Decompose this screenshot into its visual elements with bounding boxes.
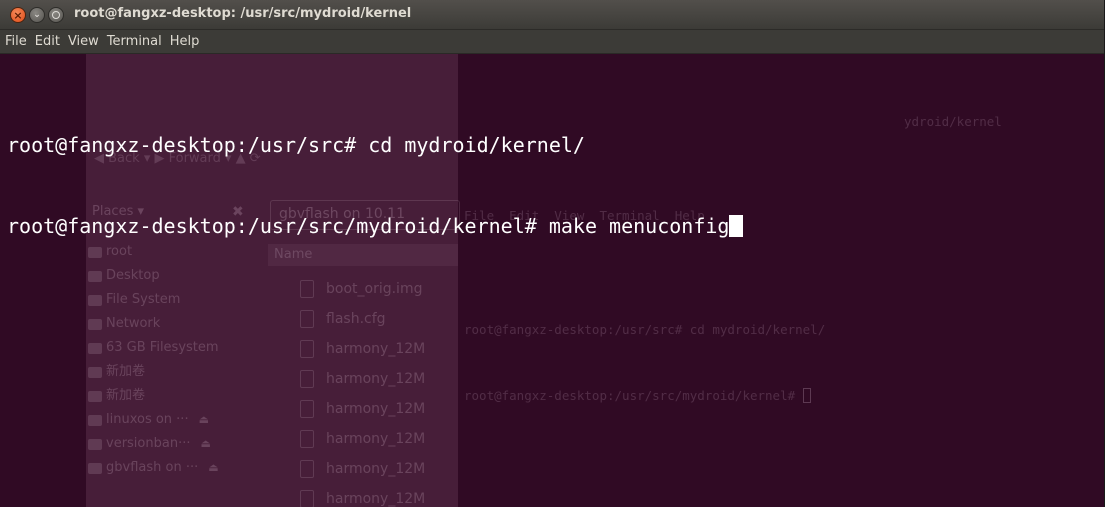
terminal-command-text: root@fangxz-desktop:/usr/src/mydroid/ker… xyxy=(7,214,730,238)
ghost-place-item: Network xyxy=(88,312,258,336)
ghost-file-row: flash.cfg xyxy=(300,304,460,334)
file-icon xyxy=(300,370,314,388)
ghost-file-row: harmony_12M xyxy=(300,394,460,424)
ghost-place-item: versionban··· ⏏ xyxy=(88,432,258,456)
terminal-output[interactable]: root@fangxz-desktop:/usr/src# cd mydroid… xyxy=(7,78,1097,294)
menu-edit[interactable]: Edit xyxy=(32,30,65,54)
network-share-icon xyxy=(88,414,102,426)
menu-view[interactable]: View xyxy=(65,30,104,54)
network-share-icon xyxy=(88,462,102,474)
file-icon xyxy=(300,490,314,507)
eject-icon: ⏏ xyxy=(198,413,209,426)
minimize-window-button[interactable]: ⌄ xyxy=(29,7,45,23)
close-window-button[interactable]: × xyxy=(10,7,26,23)
ghost-place-item: gbvflash on ··· ⏏ xyxy=(88,456,258,480)
minimize-icon: ⌄ xyxy=(33,9,41,20)
file-icon xyxy=(300,310,314,328)
terminal-line: root@fangxz-desktop:/usr/src# cd mydroid… xyxy=(7,133,585,157)
ghost-cursor xyxy=(802,388,811,403)
drive-icon xyxy=(88,342,102,354)
menu-terminal[interactable]: Terminal xyxy=(104,30,167,54)
file-icon xyxy=(300,400,314,418)
ghost-place-item: 63 GB Filesystem xyxy=(88,336,258,360)
file-icon xyxy=(300,430,314,448)
eject-icon: ⏏ xyxy=(200,437,211,450)
file-icon xyxy=(300,460,314,478)
drive-icon xyxy=(88,390,102,402)
drive-icon xyxy=(88,366,102,378)
ghost-terminal-line: root@fangxz-desktop:/usr/src# cd mydroid… xyxy=(464,322,826,337)
ghost-file-row: harmony_12M xyxy=(300,454,460,484)
ghost-place-item: linuxos on ··· ⏏ xyxy=(88,408,258,432)
network-icon xyxy=(88,318,102,330)
ghost-file-row: harmony_12M xyxy=(300,484,460,507)
title-bar[interactable]: × ⌄ root@fangxz-desktop: /usr/src/mydroi… xyxy=(0,0,1104,30)
ghost-file-row: harmony_12M xyxy=(300,424,460,454)
eject-icon: ⏏ xyxy=(208,461,219,474)
window-title: root@fangxz-desktop: /usr/src/mydroid/ke… xyxy=(74,6,412,21)
menu-file[interactable]: File xyxy=(2,30,32,54)
ghost-place-item: 新加卷 xyxy=(88,360,258,384)
ghost-file-row: harmony_12M xyxy=(300,364,460,394)
text-cursor xyxy=(729,215,744,237)
ghost-file-list: boot_orig.img flash.cfg harmony_12M harm… xyxy=(300,274,460,507)
file-icon xyxy=(300,340,314,358)
ghost-terminal-line: root@fangxz-desktop:/usr/src/mydroid/ker… xyxy=(464,385,984,407)
maximize-window-button[interactable] xyxy=(48,7,64,23)
menu-bar: File Edit View Terminal Help xyxy=(0,30,1104,54)
drive-icon xyxy=(88,294,102,306)
network-share-icon xyxy=(88,438,102,450)
ghost-file-row: harmony_12M xyxy=(300,334,460,364)
terminal-window: × ⌄ root@fangxz-desktop: /usr/src/mydroi… xyxy=(0,0,1105,507)
menu-help[interactable]: Help xyxy=(167,30,205,54)
terminal-line: root@fangxz-desktop:/usr/src/mydroid/ker… xyxy=(7,213,1097,240)
ghost-place-item: 新加卷 xyxy=(88,384,258,408)
close-icon: × xyxy=(13,8,23,22)
